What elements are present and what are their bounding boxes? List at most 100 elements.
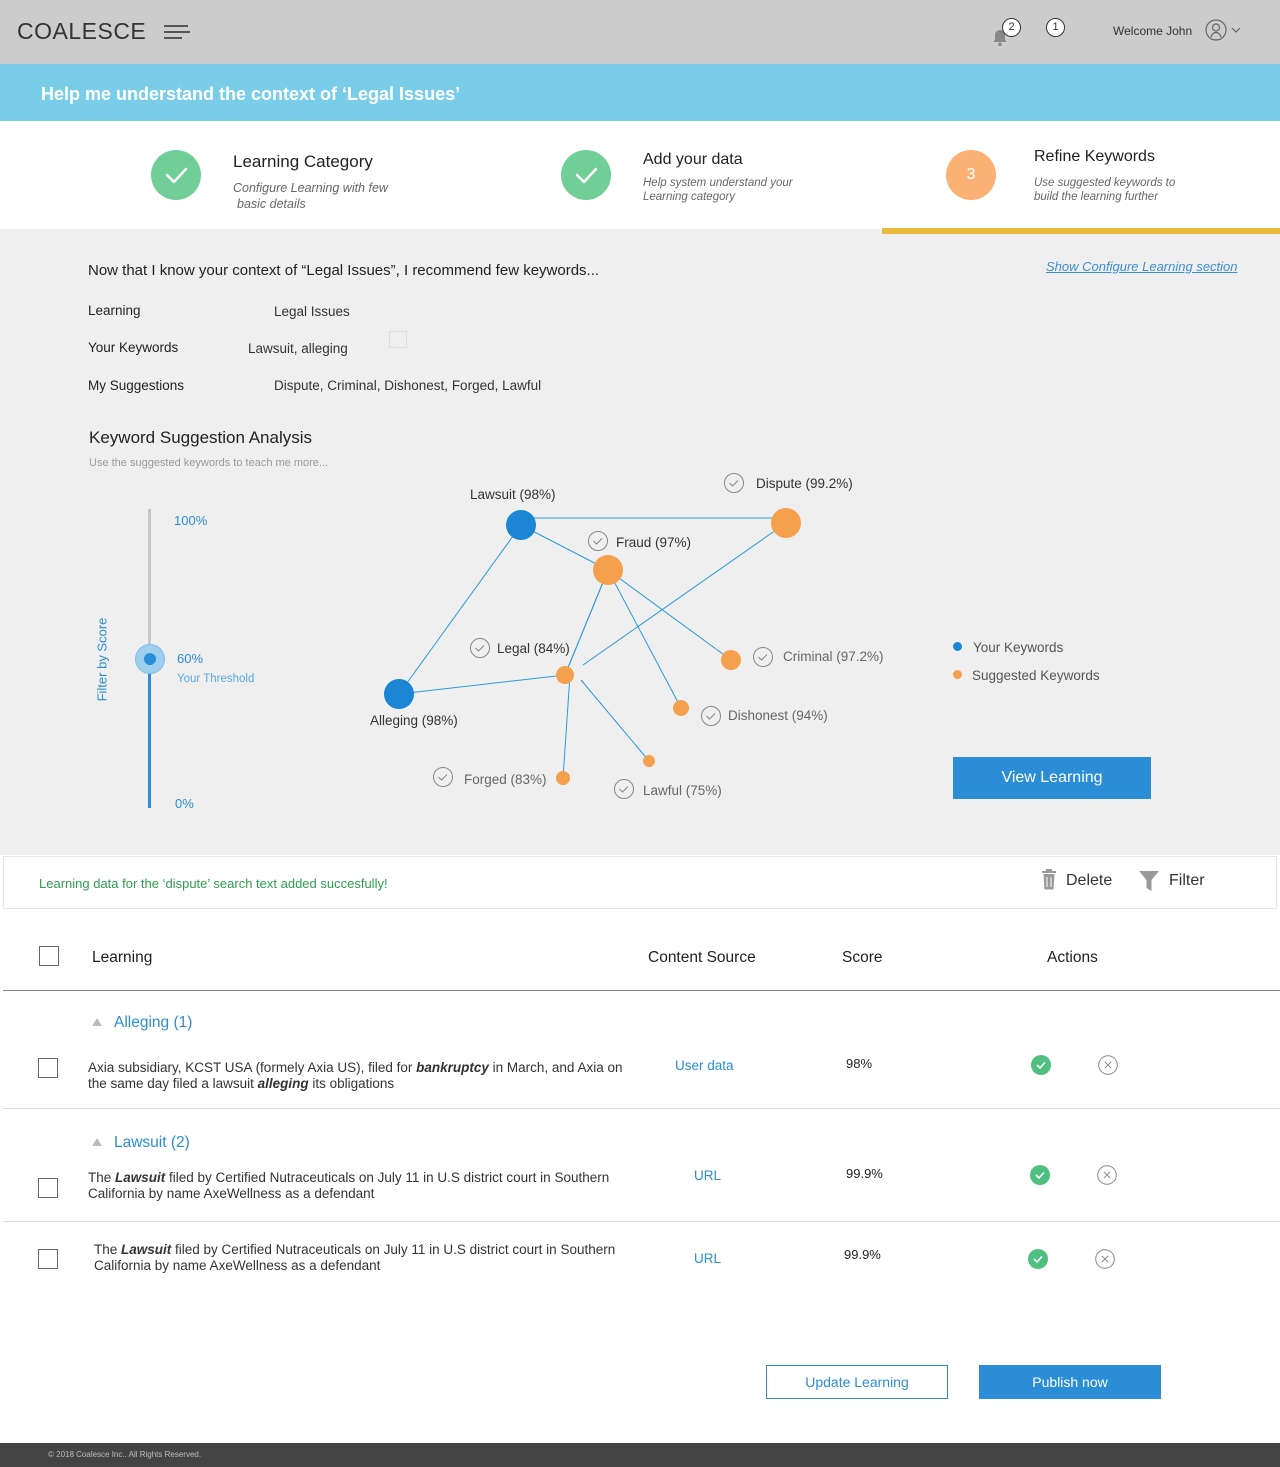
step-2-subtitle-line-2: Learning category: [643, 191, 736, 203]
column-header-score: Score: [842, 949, 883, 966]
node-label-dishonest: Dishonest (94%): [728, 708, 828, 723]
node-lawful: [643, 755, 655, 767]
node-fraud: [593, 555, 623, 585]
learning-value: Legal Issues: [274, 304, 350, 319]
reject-close-icon[interactable]: [1098, 1055, 1118, 1075]
row-checkbox[interactable]: [38, 1058, 58, 1078]
step-2-complete-icon: [561, 150, 611, 200]
score-value: 99.9%: [846, 1166, 883, 1181]
legend-suggested-keywords-label: Suggested Keywords: [972, 668, 1100, 683]
check-icon: [433, 767, 453, 787]
edge-alleging-legal: [398, 674, 566, 695]
collapse-triangle-icon[interactable]: [92, 1138, 102, 1146]
user-avatar-icon[interactable]: [1205, 19, 1227, 41]
check-icon: [588, 531, 608, 551]
my-suggestions-value: Dispute, Criminal, Dishonest, Forged, La…: [274, 378, 542, 393]
success-message: Learning data for the ‘dispute’ search t…: [39, 876, 388, 891]
collapse-triangle-icon[interactable]: [92, 1018, 102, 1026]
node-lawsuit: [506, 510, 536, 540]
message-count-badge[interactable]: 1: [1046, 18, 1065, 37]
your-keywords-value: Lawsuit, alleging: [248, 341, 348, 356]
content-source-link[interactable]: URL: [694, 1251, 721, 1266]
notification-count-badge: 2: [1002, 18, 1021, 37]
legend-your-keywords-label: Your Keywords: [973, 640, 1064, 655]
node-label-fraud: Fraud (97%): [616, 535, 691, 550]
context-intro: Now that I know your context of “Legal I…: [88, 262, 600, 279]
score-value: 98%: [846, 1056, 873, 1071]
my-suggestions-label: My Suggestions: [88, 378, 185, 393]
check-icon: [724, 473, 744, 493]
node-legal: [556, 666, 574, 684]
publish-now-button[interactable]: Publish now: [979, 1365, 1161, 1399]
step-3-subtitle-line-2: build the learning further: [1034, 191, 1159, 203]
column-header-actions: Actions: [1047, 949, 1098, 966]
step-2-subtitle-line-1: Help system understand your: [643, 177, 793, 189]
show-configure-learning-link[interactable]: Show Configure Learning section: [1046, 259, 1238, 274]
step-1-title[interactable]: Learning Category: [233, 152, 373, 172]
approve-check-icon[interactable]: [1030, 1165, 1050, 1185]
status-message-bar: Learning data for the ‘dispute’ search t…: [3, 856, 1277, 909]
view-learning-button[interactable]: View Learning: [953, 757, 1151, 799]
keyword-network-graph: Lawsuit (98%) Dispute (99.2%) Fraud (97%…: [370, 473, 884, 799]
node-label-legal: Legal (84%): [497, 641, 570, 656]
your-keywords-label: Your Keywords: [88, 340, 179, 355]
node-alleging: [384, 679, 414, 709]
check-icons: [433, 473, 773, 799]
analysis-subtitle: Use the suggested keywords to teach me m…: [89, 457, 329, 469]
row-checkbox[interactable]: [38, 1249, 58, 1269]
score-value: 99.9%: [844, 1247, 881, 1262]
chevron-down-icon[interactable]: [1231, 26, 1241, 34]
reject-close-icon[interactable]: [1095, 1249, 1115, 1269]
edge-lawsuit-alleging: [398, 524, 522, 695]
edit-keywords-box[interactable]: [389, 331, 407, 348]
hamburger-menu-icon[interactable]: [164, 25, 190, 41]
legend-your-keywords-dot: [953, 642, 962, 651]
edge-fraud-criminal: [607, 569, 732, 661]
table-row-learning-text: The Lawsuit filed by Certified Nutraceut…: [88, 1170, 610, 1201]
node-label-forged: Forged (83%): [464, 772, 547, 787]
filter-button[interactable]: Filter: [1169, 872, 1205, 890]
trash-icon[interactable]: [1041, 869, 1057, 890]
content-source-link[interactable]: URL: [694, 1168, 721, 1183]
analysis-title: Keyword Suggestion Analysis: [89, 428, 313, 447]
filter-icon[interactable]: [1139, 871, 1159, 891]
score-slider-handle-center[interactable]: [144, 653, 156, 665]
node-dispute: [771, 508, 801, 538]
copyright-text: © 2018 Coalesce Inc.. All Rights Reserve…: [48, 1450, 202, 1459]
edge-legal-fraud-cross: [564, 569, 609, 676]
step-1-subtitle-line-2: basic details: [237, 197, 306, 211]
content-source-link[interactable]: User data: [675, 1058, 734, 1073]
edge-legal-forged: [562, 674, 571, 779]
footer: © 2018 Coalesce Inc.. All Rights Reserve…: [0, 1443, 1280, 1467]
group-header-alleging[interactable]: Alleging (1): [114, 1014, 192, 1032]
group-header-lawsuit[interactable]: Lawsuit (2): [114, 1134, 190, 1152]
check-icon: [701, 706, 721, 726]
step-3-subtitle-line-1: Use suggested keywords to: [1034, 177, 1176, 189]
row-checkbox[interactable]: [38, 1178, 58, 1198]
reject-close-icon[interactable]: [1097, 1165, 1117, 1185]
check-icon: [753, 647, 773, 667]
approve-check-icon[interactable]: [1028, 1249, 1048, 1269]
step-2-title[interactable]: Add your data: [643, 151, 743, 169]
edge-legal-lawful: [580, 679, 650, 762]
node-label-criminal: Criminal (97.2%): [783, 649, 884, 664]
score-slider-fill[interactable]: [148, 659, 151, 808]
node-label-alleging: Alleging (98%): [370, 713, 458, 728]
graph-edges: [398, 517, 787, 779]
step-3-number: 3: [946, 150, 996, 200]
approve-check-icon[interactable]: [1031, 1055, 1051, 1075]
table-row-learning-text: Axia subsidiary, KCST USA (formely Axia …: [88, 1060, 623, 1091]
node-criminal: [721, 650, 741, 670]
step-3-title[interactable]: Refine Keywords: [1034, 148, 1155, 166]
delete-button[interactable]: Delete: [1066, 872, 1112, 890]
select-all-checkbox[interactable]: [39, 946, 59, 966]
active-step-indicator: [882, 228, 1280, 234]
brand-logo: COALESCE: [17, 18, 147, 44]
table-header-divider: [3, 990, 1280, 991]
slider-min-label: 0%: [175, 796, 194, 811]
update-learning-button[interactable]: Update Learning: [766, 1365, 948, 1399]
node-dishonest: [673, 700, 689, 716]
node-label-lawsuit: Lawsuit (98%): [470, 487, 556, 502]
row-divider: [3, 1221, 1280, 1222]
score-slider-track[interactable]: [148, 509, 151, 659]
